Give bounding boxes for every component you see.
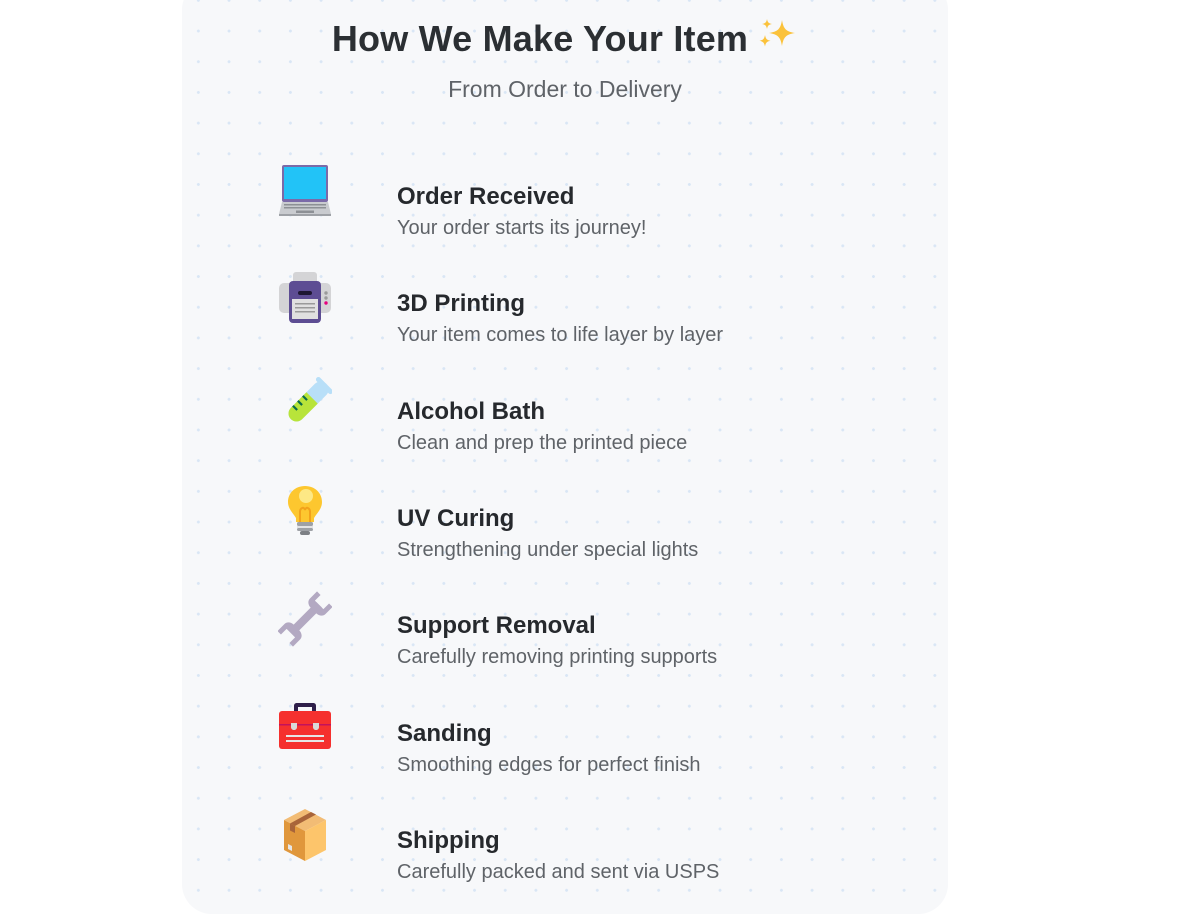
- step-sanding: Sanding Smoothing edges for perfect fini…: [182, 699, 948, 779]
- light-bulb-icon: [278, 484, 332, 540]
- step-description: Carefully removing printing supports: [397, 646, 718, 668]
- step-alcohol-bath: Alcohol Bath Clean and prep the printed …: [182, 377, 948, 457]
- step-description: Strengthening under special lights: [397, 539, 699, 561]
- package-icon: [278, 806, 332, 862]
- step-description: Smoothing edges for perfect finish: [397, 754, 701, 776]
- step-3d-printing: 3D Printing Your item comes to life laye…: [182, 269, 948, 349]
- test-tube-icon: [278, 377, 333, 433]
- step-title: Shipping: [397, 827, 500, 854]
- page-title: How We Make Your Item: [182, 17, 948, 62]
- wrench-icon: [277, 591, 333, 647]
- step-support-removal: Support Removal Carefully removing print…: [182, 591, 948, 671]
- step-title: Sanding: [397, 720, 492, 747]
- step-description: Clean and prep the printed piece: [397, 432, 688, 454]
- step-title: Alcohol Bath: [397, 398, 545, 425]
- laptop-icon: [278, 162, 332, 218]
- step-title: Support Removal: [397, 612, 596, 639]
- step-title: Order Received: [397, 183, 575, 210]
- step-uv-curing: UV Curing Strengthening under special li…: [182, 484, 948, 564]
- process-card: How We Make Your Item From Order to Deli…: [182, 0, 948, 914]
- page-subtitle: From Order to Delivery: [448, 76, 682, 102]
- step-shipping: Shipping Carefully packed and sent via U…: [182, 806, 948, 886]
- printer-icon: [278, 269, 332, 325]
- step-order-received: Order Received Your order starts its jou…: [182, 162, 948, 242]
- step-title: 3D Printing: [397, 290, 526, 317]
- step-description: Your order starts its journey!: [397, 217, 647, 239]
- sparkles-icon: [758, 17, 798, 62]
- step-description: Carefully packed and sent via USPS: [397, 861, 720, 883]
- step-description: Your item comes to life layer by layer: [397, 324, 724, 346]
- page-title-text: How We Make Your Item: [331, 18, 749, 59]
- step-title: UV Curing: [397, 505, 515, 532]
- toolbox-icon: [278, 699, 332, 755]
